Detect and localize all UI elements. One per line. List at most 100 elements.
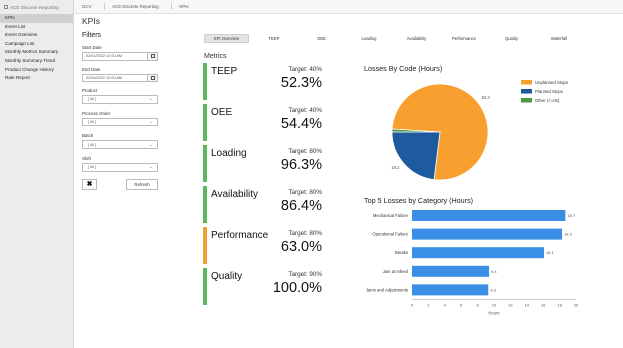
metric-value: 63.0%: [280, 239, 322, 255]
metric-card-loading: Loading Target: 80% 96.3%: [203, 145, 328, 182]
bar-category-label: Operational Failure: [372, 232, 408, 237]
metric-card-performance: Performance Target: 80% 63.0%: [203, 227, 328, 264]
process-order-select[interactable]: [ All ] ⌄: [82, 117, 158, 127]
tab-performance[interactable]: Performance: [442, 34, 487, 43]
breadcrumb-item-ocv[interactable]: OCV: [74, 4, 104, 9]
filters-title: Filters: [82, 32, 102, 39]
pie-data-label: 19.2: [391, 165, 400, 170]
tab-availability[interactable]: Availability: [394, 34, 439, 43]
sidebar-item-product-change-history[interactable]: Product Change History: [0, 66, 73, 75]
refresh-button[interactable]: Refresh: [126, 178, 158, 190]
metric-card-teep: TEEP Target: 40% 52.3%: [203, 63, 328, 100]
calendar-icon: [150, 75, 155, 80]
end-date-input[interactable]: 02/26/2022 12:00 AM: [82, 73, 148, 83]
sidebar: ACE Discrete Reporting KPIs Event List E…: [0, 0, 74, 348]
sidebar-item-monthly-metrics-summary[interactable]: Monthly Metrics Summary: [0, 48, 73, 57]
start-date-input[interactable]: 02/01/2022 12:00 AM: [82, 52, 148, 61]
bar-data-label: 9.4: [491, 269, 497, 274]
bar-chart-title: Top 5 Losses by Category (Hours): [364, 196, 474, 205]
bar-data-label: 9.3: [490, 287, 496, 292]
bar[interactable]: [412, 228, 563, 240]
tab-teep[interactable]: TEEP: [252, 34, 297, 43]
metric-value: 100.0%: [272, 280, 322, 296]
chevron-down-icon: ⌄: [149, 141, 153, 147]
bar-data-label: 18.3: [564, 232, 573, 237]
bar[interactable]: [412, 284, 489, 296]
metric-name: Performance: [211, 230, 269, 241]
close-icon: ✖: [86, 181, 93, 189]
tab-waterfall[interactable]: Waterfall: [537, 34, 582, 43]
tab-quality[interactable]: Quality: [489, 34, 534, 43]
metric-status-bar: [203, 104, 207, 141]
metric-name: Quality: [211, 271, 243, 282]
legend-swatch: [521, 98, 532, 103]
top-losses-bar-chart: Mechanical Failure 18.7 Operational Failur…: [366, 210, 579, 315]
bar[interactable]: [412, 210, 566, 221]
x-axis-label: Hours: [488, 310, 499, 315]
legend-label[interactable]: Other (<=0s): [535, 98, 560, 103]
pie-data-label: 63.3: [482, 95, 491, 100]
bar[interactable]: [412, 247, 545, 259]
calendar-button[interactable]: [148, 73, 158, 83]
batch-label: Batch: [82, 133, 94, 139]
filters-panel: Filters Start Date 02/01/2022 12:00 AM E…: [82, 32, 158, 190]
x-tick-label: 2: [427, 302, 430, 307]
metric-value: 86.4%: [280, 198, 322, 214]
bar-category-label: Mechanical Failure: [373, 213, 409, 218]
sidebar-item-event-overview[interactable]: Event Overview: [0, 31, 73, 40]
app-name: ACE Discrete Reporting: [10, 4, 59, 10]
sidebar-app-header[interactable]: ACE Discrete Reporting: [0, 0, 73, 14]
tab-loading[interactable]: Loading: [347, 34, 392, 43]
product-select[interactable]: [ All ] ⌄: [82, 95, 158, 104]
legend-label[interactable]: Planned Stops: [535, 89, 563, 94]
clear-filters-button[interactable]: ✖: [82, 178, 97, 190]
sidebar-item-rate-report[interactable]: Rate Report: [0, 74, 73, 83]
breadcrumb-item-kpis[interactable]: KPIs: [171, 4, 200, 9]
bar-category-label: Jams and Adjustments: [366, 287, 408, 292]
metric-status-bar: [203, 186, 207, 223]
shift-select[interactable]: [ All ] ⌄: [82, 162, 158, 172]
breadcrumb-item-app[interactable]: ACE Discrete Reporting: [104, 4, 171, 9]
metric-target: Target: 40%: [288, 107, 322, 114]
bar[interactable]: [412, 265, 490, 277]
losses-by-code-pie-chart: 19.2 63.3 Unplanned Stops Planned Stops Othe…: [391, 80, 568, 181]
kpi-tabs: KPI Overview TEEP OEE Loading Availabili…: [204, 34, 584, 43]
calendar-button[interactable]: [148, 52, 158, 61]
x-tick-label: 16: [541, 302, 546, 307]
page-title: KPIs: [82, 16, 100, 26]
metric-value: 54.4%: [280, 116, 322, 132]
sidebar-item-campaign-list[interactable]: Campaign List: [0, 40, 73, 49]
batch-select[interactable]: [ All ] ⌄: [82, 140, 158, 149]
app-icon: [4, 5, 8, 9]
legend-swatch: [521, 80, 532, 85]
bar-category-label: Breaks: [395, 250, 408, 255]
metric-card-oee: OEE Target: 40% 54.4%: [203, 104, 328, 141]
shift-select-value: [ All ]: [88, 165, 97, 170]
calendar-icon: [150, 54, 155, 59]
metric-target: Target: 40%: [288, 66, 322, 73]
pie-slice-planned-stops[interactable]: [391, 131, 441, 181]
metric-card-availability: Availability Target: 80% 86.4%: [203, 186, 328, 223]
metric-name: Availability: [211, 189, 259, 200]
process-order-label: Process Order: [82, 110, 111, 116]
shift-label: Shift: [82, 155, 91, 161]
sidebar-item-monthly-summary-trend[interactable]: Monthly Summary Trend: [0, 57, 73, 66]
chevron-down-icon: ⌄: [149, 164, 153, 170]
tab-oee[interactable]: OEE: [299, 34, 344, 43]
breadcrumb: OCV ACE Discrete Reporting KPIs: [74, 0, 623, 14]
x-tick-label: 6: [460, 302, 463, 307]
tab-kpi-overview[interactable]: KPI Overview: [204, 34, 249, 43]
metric-target: Target: 90%: [288, 271, 322, 278]
x-tick-label: 12: [508, 302, 513, 307]
sidebar-item-event-list[interactable]: Event List: [0, 23, 73, 32]
metric-value: 52.3%: [280, 75, 322, 91]
product-select-value: [ All ]: [88, 97, 97, 102]
sidebar-item-kpis[interactable]: KPIs: [0, 14, 73, 23]
metrics-title: Metrics: [204, 53, 227, 60]
end-date-picker: 02/26/2022 12:00 AM: [82, 73, 158, 83]
bar-category-label: Jam at Infeed: [383, 269, 409, 274]
x-tick-label: 4: [444, 302, 447, 307]
legend-label[interactable]: Unplanned Stops: [535, 80, 568, 85]
metric-status-bar: [203, 63, 207, 100]
metric-status-bar: [203, 268, 207, 305]
